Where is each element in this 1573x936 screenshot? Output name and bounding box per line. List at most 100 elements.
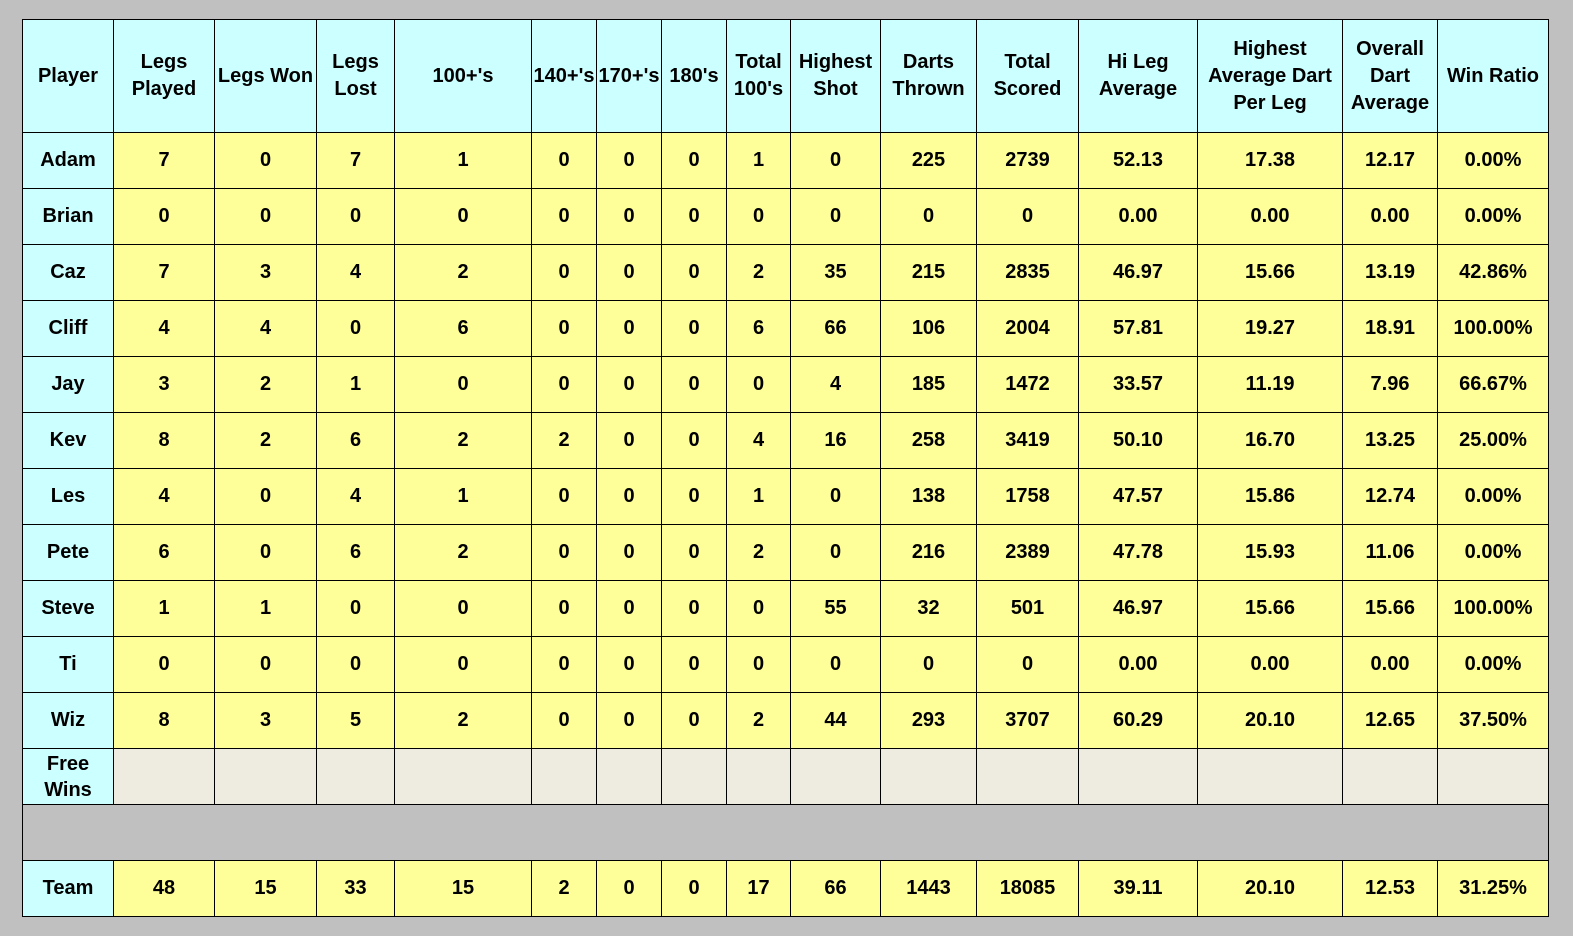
stat-cell: 17.38: [1197, 132, 1343, 189]
empty-cell: [726, 748, 791, 805]
stat-cell: 8: [113, 692, 215, 749]
stat-cell: 0: [596, 412, 662, 469]
stat-cell: 0: [531, 132, 597, 189]
stat-cell: 100.00%: [1437, 300, 1549, 357]
stat-cell: 8: [113, 412, 215, 469]
player-name-cell: Jay: [22, 356, 114, 413]
table-row: Steve 1 1 0 0 0 0 0 0 55 32 501 46.97 15.66 15.66 100.0…: [22, 580, 1549, 637]
stat-cell: 0: [790, 636, 881, 693]
stat-cell: 0: [394, 636, 532, 693]
stat-cell: 1: [726, 468, 791, 525]
stat-cell: 0: [214, 188, 317, 245]
stat-cell: 0: [394, 188, 532, 245]
stat-cell: 4: [316, 244, 395, 301]
table-row: Pete 6 0 6 2 0 0 0 2 0 216 2389 47.78 15.93 11.06 0.00%: [22, 524, 1549, 581]
table-row: Brian 0 0 0 0 0 0 0 0 0 0 0 0.00 0.00 0.00 0.00%: [22, 188, 1549, 245]
stat-cell: 47.78: [1078, 524, 1198, 581]
team-stat-cell: 39.11: [1078, 860, 1198, 917]
stat-cell: 13.25: [1342, 412, 1438, 469]
stat-cell: 7: [316, 132, 395, 189]
table-row: Les 4 0 4 1 0 0 0 1 0 138 1758 47.57 15.86 12.74 0.00%: [22, 468, 1549, 525]
empty-cell: [880, 748, 977, 805]
stat-cell: 0: [726, 188, 791, 245]
stat-cell: 1: [214, 580, 317, 637]
player-name-cell: Brian: [22, 188, 114, 245]
stat-cell: 7: [113, 132, 215, 189]
team-stat-cell: 1443: [880, 860, 977, 917]
column-header-170-s: 170+'s: [596, 19, 662, 133]
stat-cell: 216: [880, 524, 977, 581]
free-wins-row: Free Wins: [22, 748, 1549, 805]
team-stat-cell: 18085: [976, 860, 1079, 917]
stat-cell: 60.29: [1078, 692, 1198, 749]
stat-cell: 0.00%: [1437, 132, 1549, 189]
stat-cell: 18.91: [1342, 300, 1438, 357]
stat-cell: 7.96: [1342, 356, 1438, 413]
stat-cell: 33.57: [1078, 356, 1198, 413]
stat-cell: 0: [531, 244, 597, 301]
stat-cell: 0: [596, 636, 662, 693]
stat-cell: 32: [880, 580, 977, 637]
stat-cell: 0: [661, 524, 727, 581]
stat-cell: 6: [316, 524, 395, 581]
table-row: Wiz 8 3 5 2 0 0 0 2 44 293 3707 60.29 20.10 12.65 37.50…: [22, 692, 1549, 749]
empty-cell: [1197, 748, 1343, 805]
empty-cell: [1437, 748, 1549, 805]
stat-cell: 37.50%: [1437, 692, 1549, 749]
stat-cell: 12.65: [1342, 692, 1438, 749]
stat-cell: 0: [661, 300, 727, 357]
stat-cell: 0: [214, 132, 317, 189]
stat-cell: 0.00%: [1437, 524, 1549, 581]
stat-cell: 0: [661, 580, 727, 637]
stat-cell: 25.00%: [1437, 412, 1549, 469]
team-stat-cell: 17: [726, 860, 791, 917]
player-name-cell: Wiz: [22, 692, 114, 749]
column-header-player: Player: [22, 19, 114, 133]
team-stat-cell: 0: [661, 860, 727, 917]
team-stat-cell: 33: [316, 860, 395, 917]
stat-cell: 258: [880, 412, 977, 469]
stat-cell: 4: [113, 300, 215, 357]
stat-cell: 0: [661, 468, 727, 525]
stat-cell: 0: [976, 636, 1079, 693]
stat-cell: 6: [726, 300, 791, 357]
stat-cell: 0.00%: [1437, 636, 1549, 693]
column-header-overall-dart-average: Overall Dart Average: [1342, 19, 1438, 133]
stat-cell: 7: [113, 244, 215, 301]
stat-cell: 0.00: [1197, 636, 1343, 693]
table-row: Ti 0 0 0 0 0 0 0 0 0 0 0 0.00 0.00 0.00 0.00%: [22, 636, 1549, 693]
team-stat-cell: 48: [113, 860, 215, 917]
stat-cell: 4: [726, 412, 791, 469]
stat-cell: 106: [880, 300, 977, 357]
stat-cell: 11.06: [1342, 524, 1438, 581]
stat-cell: 15.66: [1342, 580, 1438, 637]
stat-cell: 6: [394, 300, 532, 357]
stat-cell: 16.70: [1197, 412, 1343, 469]
stat-cell: 0.00: [1078, 636, 1198, 693]
stat-cell: 0: [596, 356, 662, 413]
stat-cell: 0: [531, 300, 597, 357]
stat-cell: 0: [531, 468, 597, 525]
stat-cell: 16: [790, 412, 881, 469]
empty-cell: [596, 748, 662, 805]
stat-cell: 0: [726, 356, 791, 413]
table-row: Caz 7 3 4 2 0 0 0 2 35 215 2835 46.97 15.66 13.19 42.86…: [22, 244, 1549, 301]
empty-cell: [316, 748, 395, 805]
stat-cell: 0.00: [1342, 636, 1438, 693]
stat-cell: 50.10: [1078, 412, 1198, 469]
empty-cell: [394, 748, 532, 805]
player-stats-table: Player Legs Played Legs Won Legs Lost 100+'s…: [22, 19, 1549, 917]
stat-cell: 2: [394, 524, 532, 581]
stat-cell: 15.66: [1197, 244, 1343, 301]
stat-cell: 0: [596, 188, 662, 245]
stat-cell: 0.00%: [1437, 188, 1549, 245]
stat-cell: 185: [880, 356, 977, 413]
stat-cell: 1: [726, 132, 791, 189]
stat-cell: 11.19: [1197, 356, 1343, 413]
stat-cell: 0: [596, 580, 662, 637]
stat-cell: 2: [214, 412, 317, 469]
stat-cell: 0: [661, 244, 727, 301]
player-name-cell: Les: [22, 468, 114, 525]
stat-cell: 66: [790, 300, 881, 357]
stat-cell: 6: [316, 412, 395, 469]
